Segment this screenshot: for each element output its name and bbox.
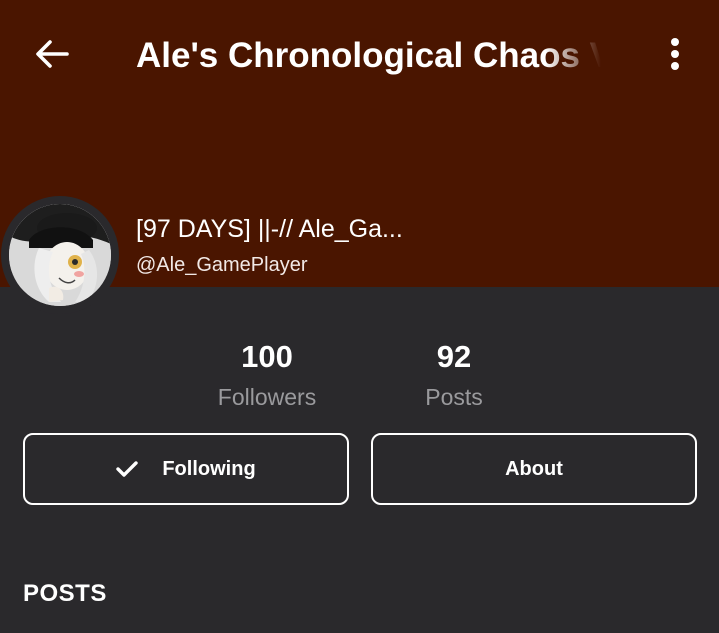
- about-button-label: About: [505, 457, 563, 480]
- following-button[interactable]: Following: [23, 433, 349, 505]
- avatar-image: [9, 204, 111, 306]
- about-button[interactable]: About: [371, 433, 697, 505]
- page-title: Ale's Chronological Chaos V: [136, 36, 601, 75]
- arrow-left-icon: [36, 40, 69, 68]
- followers-count: 100: [241, 339, 293, 374]
- check-icon: [116, 460, 139, 478]
- profile-page: Ale's Chronological Chaos V [97 DAYS] ||…: [0, 0, 719, 633]
- avatar-illustration: [9, 204, 111, 306]
- posts-stat[interactable]: 92 Posts: [404, 335, 504, 415]
- posts-count: 92: [436, 339, 472, 374]
- more-options-button[interactable]: [652, 30, 698, 78]
- posts-section-heading: POSTS: [23, 580, 107, 607]
- posts-label: Posts: [425, 384, 483, 410]
- more-vertical-icon: [671, 38, 679, 70]
- following-button-label: Following: [162, 457, 256, 480]
- back-button[interactable]: [24, 30, 80, 78]
- display-name: [97 DAYS] ||-// Ale_Ga...: [136, 215, 403, 243]
- followers-stat[interactable]: 100 Followers: [201, 335, 333, 415]
- avatar[interactable]: [1, 196, 119, 314]
- followers-label: Followers: [217, 384, 317, 410]
- username: @Ale_GamePlayer: [136, 254, 308, 276]
